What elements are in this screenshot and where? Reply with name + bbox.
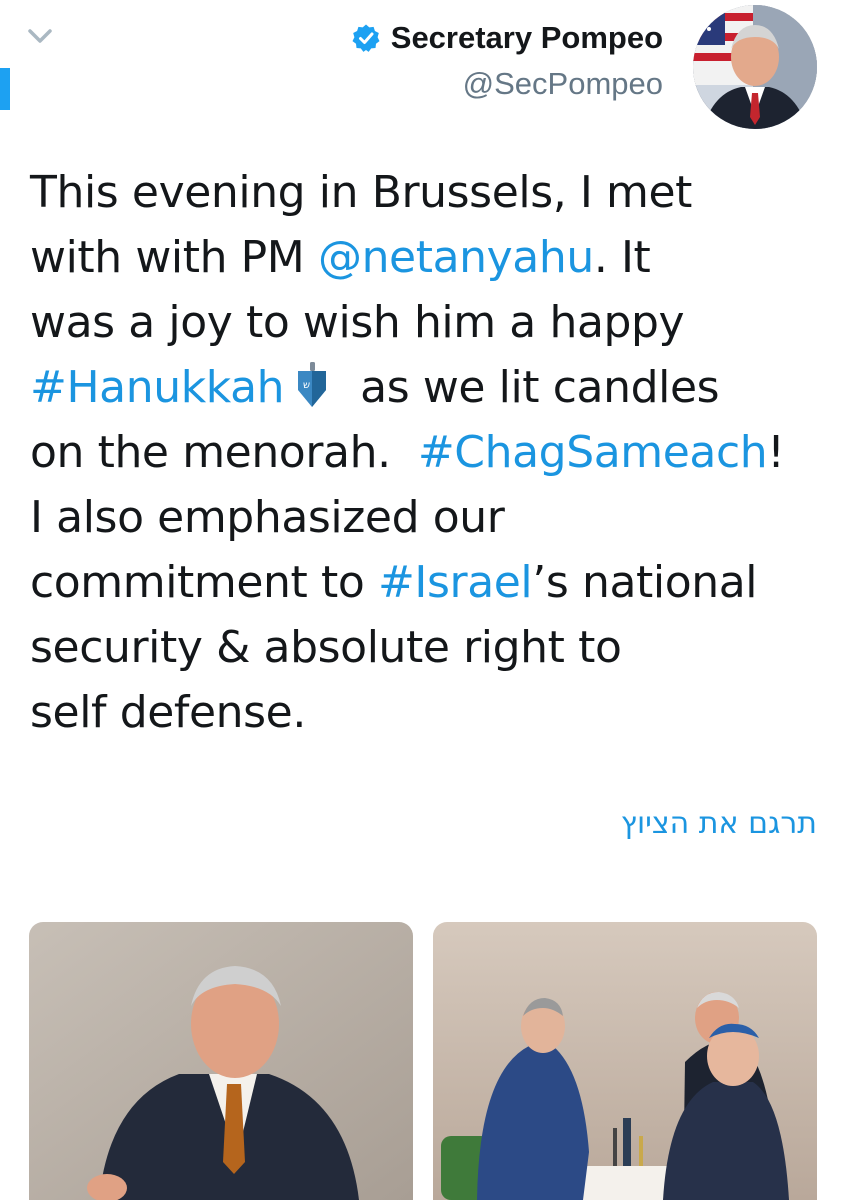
tweet-line: I also emphasized our [30, 492, 505, 543]
tweet-text-segment: ! [767, 427, 785, 478]
hashtag-link[interactable]: #ChagSameach [418, 427, 768, 478]
tweet-line: was a joy to wish him a happy [30, 297, 685, 348]
tweet-photo-1[interactable] [29, 922, 413, 1200]
tweet-line: with with PM @netanyahu. It [30, 225, 830, 290]
dreidel-emoji-icon: ש [298, 362, 327, 407]
avatar[interactable] [693, 5, 817, 129]
tweet-header: Secretary Pompeo @SecPompeo [351, 5, 817, 129]
chevron-down-icon[interactable] [22, 22, 58, 50]
tweet-line: commitment to #Israel’s national [30, 550, 830, 615]
display-name[interactable]: Secretary Pompeo [391, 20, 663, 56]
hashtag-link[interactable]: #Israel [378, 557, 533, 608]
tweet-line: security & absolute right to [30, 622, 622, 673]
tweet-line: #Hanukkah ש as we lit candles [30, 355, 830, 420]
tweet-text-segment: on the menorah. [30, 427, 418, 478]
tweet-text-segment: as we lit candles [360, 362, 720, 413]
tweet-line: on the menorah. #ChagSameach! [30, 420, 830, 485]
tweet-line: This evening in Brussels, I met [30, 167, 693, 218]
tweet-line: self defense. [30, 687, 306, 738]
user-handle[interactable]: @SecPompeo [463, 66, 663, 102]
tweet-text-segment: with with PM [30, 232, 318, 283]
verified-badge-icon [352, 24, 380, 52]
tweet-text-segment: . It [593, 232, 651, 283]
active-indicator [0, 68, 10, 110]
hashtag-link[interactable]: #Hanukkah [30, 362, 285, 413]
tweet-text-segment: ’s national [532, 557, 758, 608]
svg-text:ש: ש [303, 380, 310, 391]
tweet-text-segment: commitment to [30, 557, 378, 608]
author-names[interactable]: Secretary Pompeo @SecPompeo [351, 20, 663, 102]
translate-tweet-link[interactable]: תרגם את הציוץ [621, 806, 817, 841]
mention-link[interactable]: @netanyahu [318, 232, 594, 283]
tweet-text: This evening in Brussels, I met with wit… [30, 160, 830, 745]
tweet-photo-2[interactable] [433, 922, 817, 1200]
